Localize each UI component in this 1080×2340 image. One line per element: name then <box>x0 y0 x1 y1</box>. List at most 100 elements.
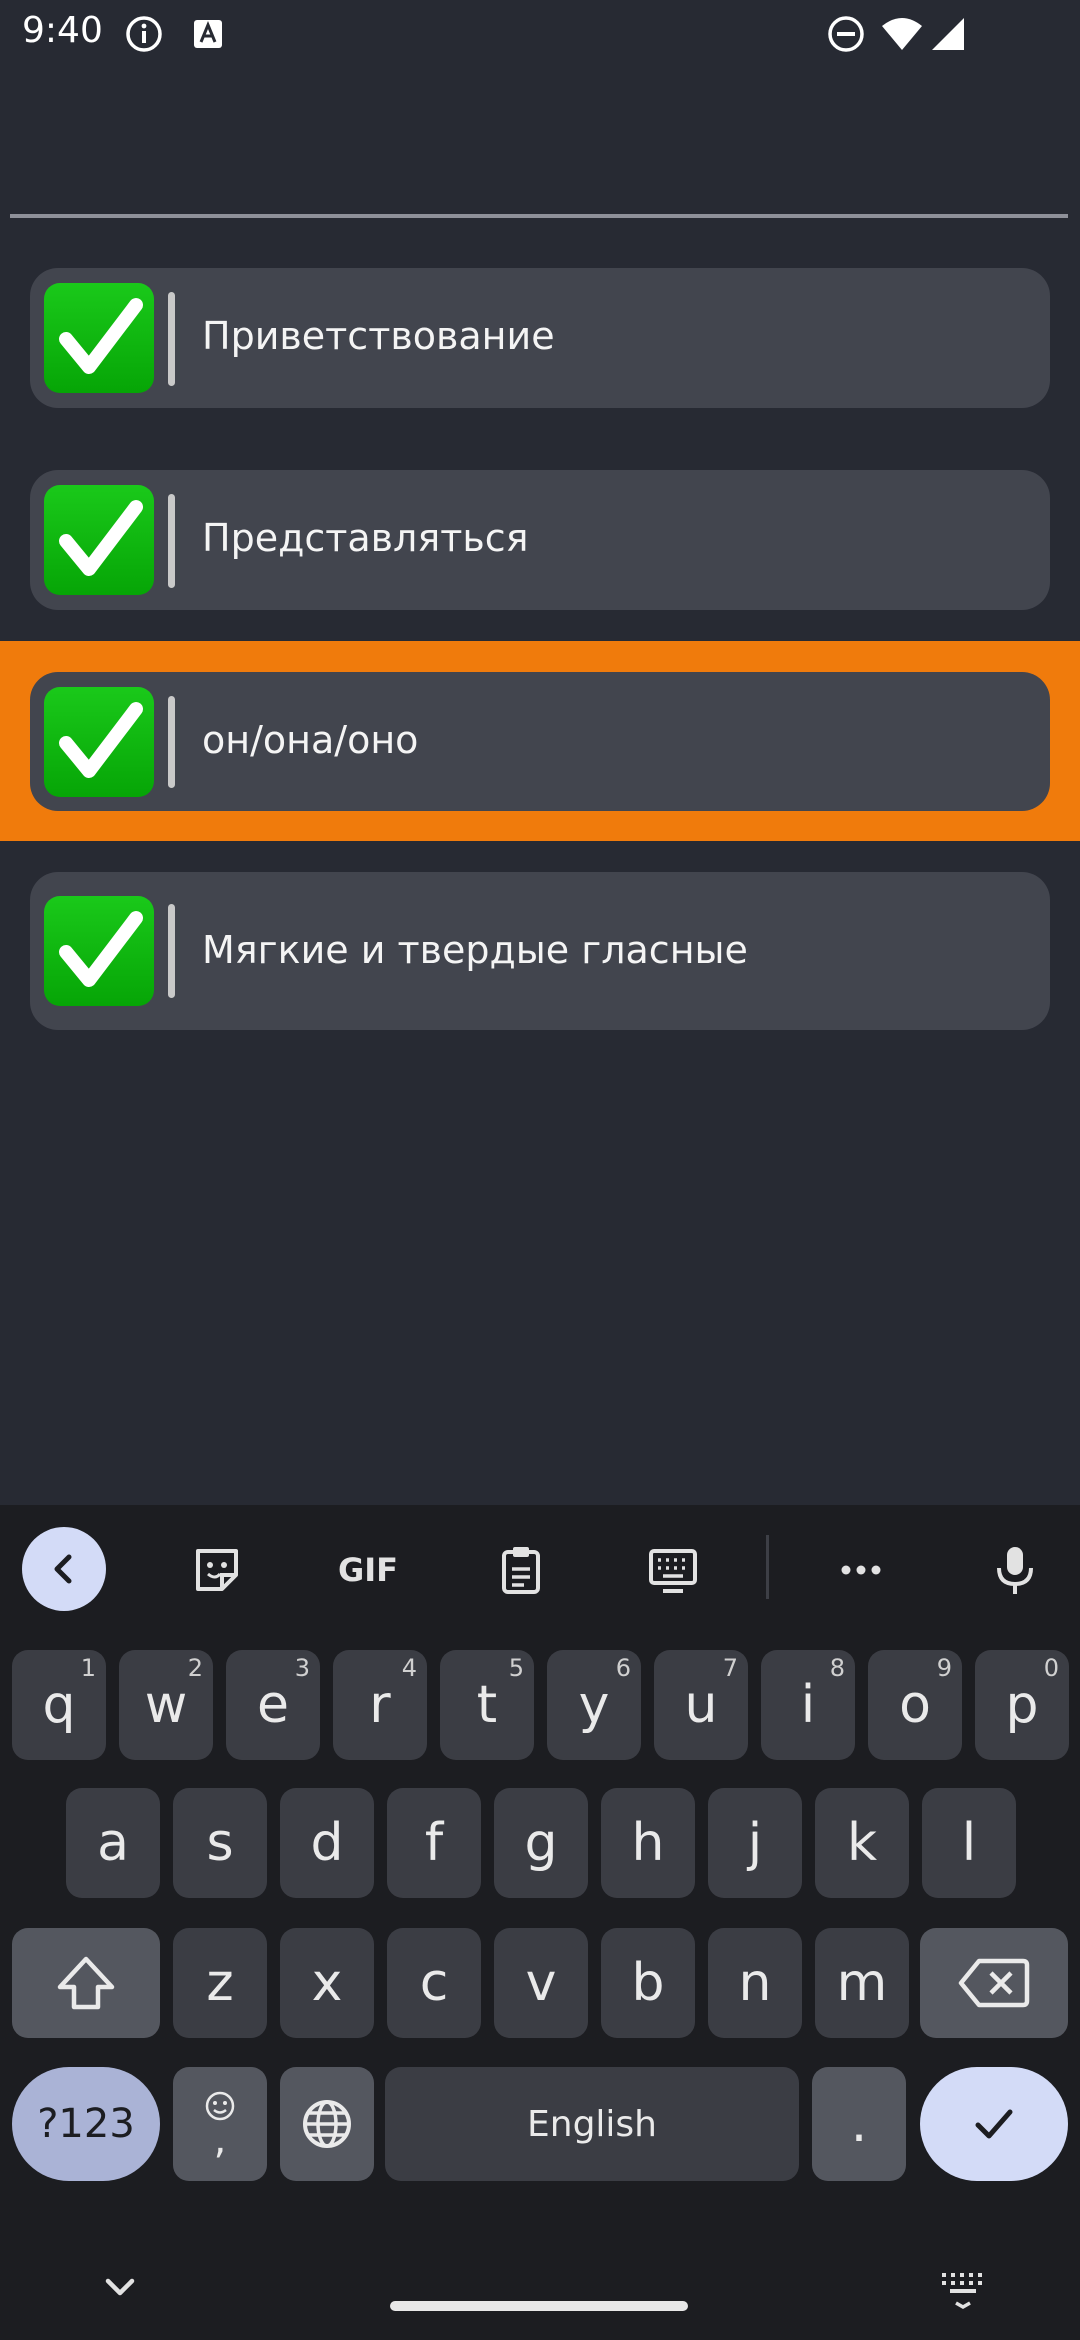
wifi-icon <box>880 14 924 58</box>
key-label: h <box>631 1813 665 1873</box>
lesson-card[interactable]: Приветствование <box>30 268 1050 408</box>
key-label: f <box>424 1813 444 1873</box>
key-hint: 9 <box>936 1654 952 1682</box>
lesson-card[interactable]: Мягкие и твердые гласные <box>30 872 1050 1030</box>
key-f[interactable]: f <box>387 1788 481 1898</box>
shift-key[interactable] <box>12 1928 160 2038</box>
key-r[interactable]: r4 <box>333 1650 427 1760</box>
keyboard-icon[interactable] <box>638 1535 708 1605</box>
key-v[interactable]: v <box>494 1928 588 2038</box>
key-q[interactable]: q1 <box>12 1650 106 1760</box>
key-label: q <box>42 1675 76 1735</box>
key-d[interactable]: d <box>280 1788 374 1898</box>
key-p[interactable]: p0 <box>975 1650 1069 1760</box>
lesson-label: Мягкие и твердые гласные <box>202 928 748 972</box>
key-label: i <box>800 1675 816 1735</box>
lesson-card[interactable]: Представляться <box>30 470 1050 610</box>
key-i[interactable]: i8 <box>761 1650 855 1760</box>
lesson-row-4[interactable]: Мягкие и твердые гласные <box>0 872 1080 1030</box>
key-label: o <box>899 1675 931 1735</box>
do-not-disturb-icon <box>826 14 866 58</box>
search-field[interactable] <box>10 68 1068 218</box>
key-label: r <box>369 1675 391 1735</box>
key-label: . <box>850 2094 868 2154</box>
gif-icon[interactable]: GIF <box>332 1535 404 1605</box>
enter-key[interactable] <box>920 2067 1068 2181</box>
key-label: s <box>206 1813 234 1873</box>
chevron-left-icon[interactable] <box>22 1527 106 1611</box>
key-m[interactable]: m <box>815 1928 909 2038</box>
microphone-icon[interactable] <box>980 1535 1050 1605</box>
key-label: ?123 <box>37 2101 135 2147</box>
language-key[interactable] <box>280 2067 374 2181</box>
key-z[interactable]: z <box>173 1928 267 2038</box>
check-mark-button-icon <box>44 283 154 393</box>
lesson-label: Приветствование <box>202 314 555 358</box>
key-n[interactable]: n <box>708 1928 802 2038</box>
key-b[interactable]: b <box>601 1928 695 2038</box>
key-j[interactable]: j <box>708 1788 802 1898</box>
key-u[interactable]: u7 <box>654 1650 748 1760</box>
key-y[interactable]: y6 <box>547 1650 641 1760</box>
key-o[interactable]: o9 <box>868 1650 962 1760</box>
status-bar: 9:40 <box>0 0 1080 68</box>
key-label: u <box>684 1675 718 1735</box>
key-c[interactable]: c <box>387 1928 481 2038</box>
key-label: y <box>578 1675 610 1735</box>
key-h[interactable]: h <box>601 1788 695 1898</box>
key-label: w <box>144 1675 188 1735</box>
keyboard-switch-icon[interactable] <box>938 2263 988 2315</box>
lesson-row-1[interactable]: Приветствование <box>0 268 1080 408</box>
key-label: l <box>961 1813 977 1873</box>
key-hint: 2 <box>187 1654 203 1682</box>
chevron-down-icon[interactable] <box>96 2263 144 2315</box>
emoji-comma-key[interactable]: , <box>173 2067 267 2181</box>
key-a[interactable]: a <box>66 1788 160 1898</box>
keyboard-toolbar: GIF <box>0 1505 1080 1625</box>
key-label: m <box>836 1953 888 2013</box>
gif-label: GIF <box>337 1551 399 1589</box>
key-label: v <box>525 1953 557 2013</box>
key-l[interactable]: l <box>922 1788 1016 1898</box>
home-indicator[interactable] <box>390 2301 688 2311</box>
key-label: b <box>631 1953 665 2013</box>
key-label: g <box>524 1813 558 1873</box>
key-e[interactable]: e3 <box>226 1650 320 1760</box>
key-label: z <box>206 1953 234 2013</box>
space-key[interactable]: English <box>385 2067 799 2181</box>
lesson-label: Представляться <box>202 516 529 560</box>
period-key[interactable]: . <box>812 2067 906 2181</box>
symbols-key[interactable]: ?123 <box>12 2067 160 2181</box>
clipboard-icon[interactable] <box>486 1535 556 1605</box>
lesson-card[interactable]: он/она/оно <box>30 672 1050 811</box>
lesson-divider <box>168 494 175 588</box>
key-label: t <box>476 1675 498 1735</box>
key-g[interactable]: g <box>494 1788 588 1898</box>
status-time: 9:40 <box>22 10 103 51</box>
search-input[interactable] <box>10 68 1068 214</box>
text-a-icon <box>188 14 228 58</box>
more-icon[interactable] <box>826 1535 896 1605</box>
sticker-icon[interactable] <box>182 1535 252 1605</box>
search-underline <box>10 214 1068 218</box>
info-icon <box>124 14 164 58</box>
key-w[interactable]: w2 <box>119 1650 213 1760</box>
key-hint: 6 <box>615 1654 631 1682</box>
check-mark-button-icon <box>44 485 154 595</box>
backspace-key[interactable] <box>920 1928 1068 2038</box>
key-t[interactable]: t5 <box>440 1650 534 1760</box>
signal-icon <box>928 14 968 58</box>
key-k[interactable]: k <box>815 1788 909 1898</box>
lesson-row-2[interactable]: Представляться <box>0 470 1080 610</box>
key-s[interactable]: s <box>173 1788 267 1898</box>
check-mark-button-icon <box>44 687 154 797</box>
key-hint: 4 <box>401 1654 417 1682</box>
key-label: p <box>1005 1675 1039 1735</box>
key-x[interactable]: x <box>280 1928 374 2038</box>
lesson-label: он/она/оно <box>202 718 419 762</box>
globe-icon <box>303 2100 351 2148</box>
key-label: n <box>738 1953 772 2013</box>
key-label: k <box>846 1813 878 1873</box>
key-label: a <box>97 1813 129 1873</box>
lesson-row-3-selected[interactable]: он/она/оно <box>0 641 1080 841</box>
